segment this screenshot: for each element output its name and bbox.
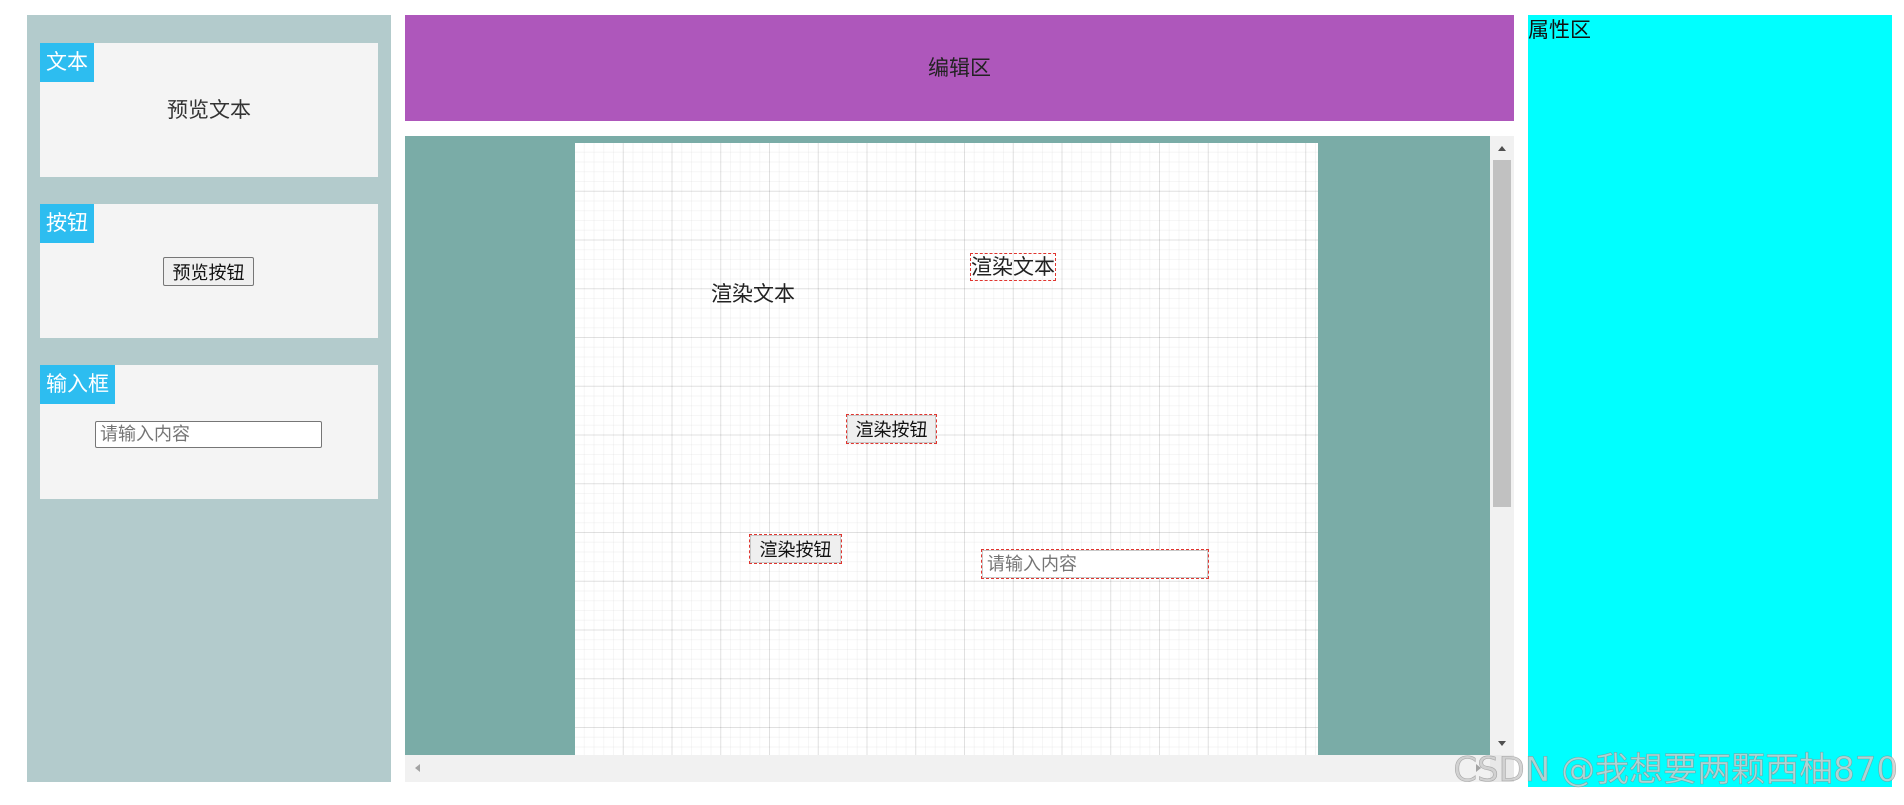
component-label-input: 输入框 (40, 365, 115, 404)
canvas-text-item-outlined[interactable]: 渲染文本 (970, 253, 1056, 281)
component-label-text: 文本 (40, 43, 94, 82)
properties-panel: 属性区 (1528, 15, 1892, 787)
component-card-text[interactable]: 文本 预览文本 (40, 43, 378, 177)
scroll-up-arrow-icon (1498, 145, 1506, 151)
canvas-button-item-wrapper[interactable]: 渲染按钮 (846, 414, 937, 444)
scroll-down-arrow-icon (1498, 740, 1506, 746)
preview-button[interactable]: 预览按钮 (163, 257, 254, 286)
canvas-button-item[interactable]: 渲染按钮 (750, 535, 841, 563)
scroll-right-button[interactable] (1466, 756, 1490, 780)
preview-text: 预览文本 (167, 98, 251, 122)
scroll-left-arrow-icon (414, 764, 420, 772)
component-library-panel: 文本 预览文本 按钮 预览按钮 输入框 (27, 15, 391, 782)
component-card-input[interactable]: 输入框 (40, 365, 378, 499)
vertical-scrollbar-thumb[interactable] (1493, 160, 1511, 507)
scroll-down-button[interactable] (1490, 731, 1514, 755)
properties-title: 属性区 (1528, 18, 1591, 42)
vertical-scrollbar[interactable] (1490, 136, 1514, 755)
component-card-button[interactable]: 按钮 预览按钮 (40, 204, 378, 338)
scrollbar-corner (1490, 755, 1514, 782)
scroll-right-arrow-icon (1475, 764, 1481, 772)
canvas-viewport: 渲染文本 渲染文本 渲染按钮 渲染按钮 (405, 136, 1514, 782)
canvas-board[interactable]: 渲染文本 渲染文本 渲染按钮 渲染按钮 (575, 143, 1318, 755)
preview-input[interactable] (95, 421, 322, 448)
scroll-left-button[interactable] (405, 756, 429, 780)
scroll-up-button[interactable] (1490, 136, 1514, 160)
canvas-input-item[interactable] (982, 550, 1208, 578)
canvas-button-item-wrapper[interactable]: 渲染按钮 (749, 534, 842, 564)
canvas-input-item-wrapper[interactable] (981, 549, 1209, 579)
horizontal-scrollbar[interactable] (405, 755, 1490, 782)
editor-header: 编辑区 (405, 15, 1514, 121)
canvas-button-item[interactable]: 渲染按钮 (847, 415, 936, 443)
component-label-button: 按钮 (40, 204, 94, 243)
editor-title: 编辑区 (928, 56, 991, 80)
canvas-text-item[interactable]: 渲染文本 (711, 281, 795, 307)
